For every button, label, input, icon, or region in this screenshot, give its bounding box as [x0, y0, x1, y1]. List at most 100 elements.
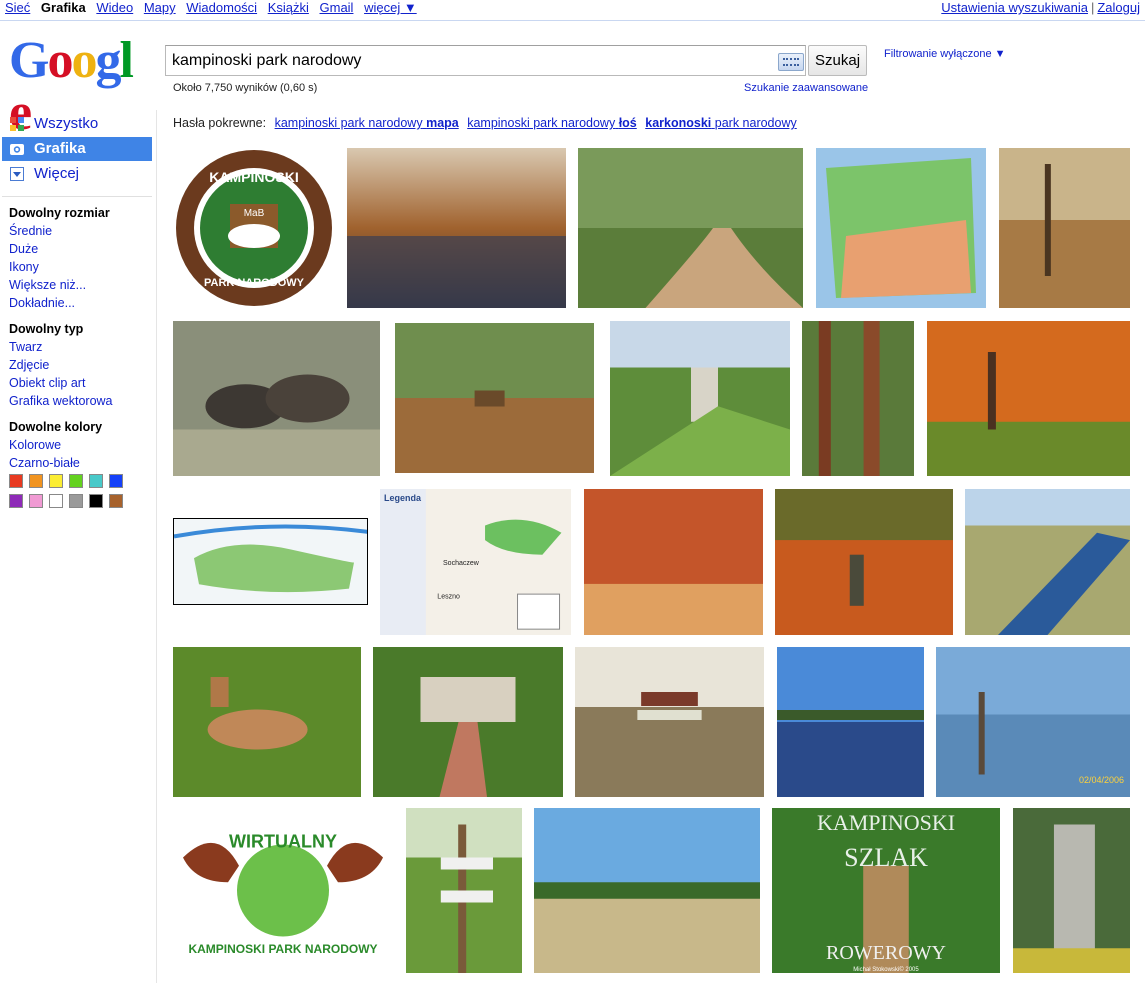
image-result-poland-map[interactable] [816, 148, 986, 308]
advanced-search-link[interactable]: Szukanie zaawansowane [744, 82, 868, 94]
nav-label: Więcej [34, 165, 80, 182]
top-links: Sieć Grafika Wideo Mapy Wiadomości Książ… [5, 0, 424, 16]
top-link-news[interactable]: Wiadomości [186, 0, 257, 15]
divider [2, 196, 152, 197]
safesearch-filter-link[interactable]: Filtrowanie wyłączone ▼ [884, 48, 1006, 60]
thumbnail-image: KAMPINOSKI SZLAK ROWEROWY Michał Stokowski©… [772, 808, 1000, 973]
image-result-pine-trunks[interactable] [802, 321, 914, 476]
image-result-autumn-oaks[interactable] [927, 321, 1130, 476]
thumbnail-image: WIRTUALNY KAMPINOSKI PARK NARODOWY [173, 808, 393, 973]
related-link[interactable]: karkonoski park narodowy [645, 116, 797, 130]
top-link-web[interactable]: Sieć [5, 0, 30, 15]
color-swatch[interactable] [89, 494, 103, 508]
color-swatch[interactable] [49, 474, 63, 488]
color-swatch[interactable] [9, 474, 23, 488]
svg-text:ROWEROWY: ROWEROWY [826, 942, 946, 964]
nav-label: Grafika [34, 140, 86, 157]
color-swatch[interactable] [29, 494, 43, 508]
image-result-szlak-rowerowy[interactable]: KAMPINOSKI SZLAK ROWEROWY Michał Stokowski©… [772, 808, 1000, 973]
svg-text:WIRTUALNY: WIRTUALNY [229, 832, 337, 852]
color-swatch[interactable] [69, 494, 83, 508]
svg-text:Legenda: Legenda [384, 493, 422, 503]
image-result-valley-rocks[interactable] [610, 321, 790, 476]
facet-option[interactable]: Duże [9, 240, 110, 258]
thumbnail-image [927, 321, 1130, 476]
nav-item-images[interactable]: Grafika [2, 137, 152, 161]
facet-option[interactable]: Średnie [9, 222, 110, 240]
related-text: kampinoski park narodowy [274, 116, 423, 130]
facet-option[interactable]: Obiekt clip art [9, 374, 113, 392]
color-swatch[interactable] [49, 494, 63, 508]
related-bold: łoś [618, 116, 637, 130]
facet-heading: Dowolny typ [9, 322, 84, 336]
svg-text:KAMPINOSKI PARK NARODOWY: KAMPINOSKI PARK NARODOWY [188, 942, 377, 956]
image-result-autumn-person[interactable] [775, 489, 953, 635]
thumbnail-image [1013, 808, 1130, 973]
image-result-wirtualny-logo[interactable]: WIRTUALNY KAMPINOSKI PARK NARODOWY [173, 808, 393, 973]
facet-heading: Dowolny rozmiar [9, 206, 110, 220]
logo-letter: G [9, 32, 49, 89]
image-result-signpost-trees[interactable] [575, 647, 764, 797]
color-swatch[interactable] [29, 474, 43, 488]
top-link-gmail[interactable]: Gmail [320, 0, 354, 15]
color-swatch[interactable] [109, 474, 123, 488]
image-result-autumn-alley[interactable] [584, 489, 763, 635]
image-result-emblem-kampinoski[interactable]: KAMPINOSKI PARK NARODOWY MaB [173, 148, 335, 308]
top-link-maps[interactable]: Mapy [144, 0, 176, 15]
image-result-meadow-sky[interactable] [534, 808, 760, 973]
image-result-garden-house[interactable] [373, 647, 563, 797]
thumbnail-image: KAMPINOSKI PARK NARODOWY MaB [173, 148, 335, 308]
search-button[interactable]: Szukaj [808, 45, 867, 76]
color-swatch[interactable] [109, 494, 123, 508]
facet-option[interactable]: Twarz [9, 338, 113, 356]
image-result-moose-pair[interactable] [173, 321, 380, 476]
thumbnail-image [406, 808, 522, 973]
top-link-images[interactable]: Grafika [41, 0, 86, 15]
camera-icon [10, 144, 24, 155]
color-swatch[interactable] [9, 494, 23, 508]
related-bold: mapa [426, 116, 459, 130]
keyboard-icon[interactable] [778, 53, 804, 71]
top-link-books[interactable]: Książki [268, 0, 309, 15]
svg-text:MaB: MaB [244, 208, 265, 219]
image-result-lake-reflection[interactable] [777, 647, 924, 797]
svg-text:Leszno: Leszno [437, 594, 460, 601]
image-result-legend-map[interactable]: Legenda Sochaczew Leszno [380, 489, 571, 635]
image-result-rock-cliff[interactable] [1013, 808, 1130, 973]
facet-option[interactable]: Większe niż... [9, 276, 110, 294]
image-result-flooded-trees[interactable]: 02/04/2006 [936, 647, 1130, 797]
image-result-park-map-green[interactable] [173, 518, 368, 605]
logo-letter: o [47, 32, 73, 89]
color-facet: Dowolne kolory Kolorowe Czarno-białe [9, 418, 102, 472]
image-result-canal-water[interactable] [965, 489, 1130, 635]
dropdown-icon [10, 167, 24, 181]
thumbnail-image [347, 148, 566, 308]
facet-option[interactable]: Czarno-białe [9, 454, 102, 472]
nav-item-all[interactable]: Wszystko [2, 112, 152, 136]
thumbnail-image [775, 489, 953, 635]
google-logo[interactable]: Google [9, 32, 149, 139]
image-result-forest-signs[interactable] [395, 323, 594, 473]
top-link-video[interactable]: Wideo [96, 0, 133, 15]
color-swatch[interactable] [69, 474, 83, 488]
image-result-autumn-swamp[interactable] [347, 148, 566, 308]
thumbnail-image [395, 323, 594, 473]
search-settings-link[interactable]: Ustawienia wyszukiwania [941, 0, 1088, 15]
facet-option[interactable]: Ikony [9, 258, 110, 276]
top-link-more[interactable]: więcej ▼ [364, 0, 417, 15]
facet-option[interactable]: Dokładnie... [9, 294, 110, 312]
facet-option[interactable]: Zdjęcie [9, 356, 113, 374]
image-result-trail-signpost[interactable] [406, 808, 522, 973]
nav-item-more[interactable]: Więcej [2, 162, 152, 186]
image-result-roe-deer[interactable] [173, 647, 361, 797]
color-swatch[interactable] [89, 474, 103, 488]
image-result-forest-bike[interactable] [999, 148, 1130, 308]
image-result-forest-road[interactable] [578, 148, 803, 308]
facet-option[interactable]: Kolorowe [9, 436, 102, 454]
facet-option[interactable]: Grafika wektorowa [9, 392, 113, 410]
related-link[interactable]: kampinoski park narodowy mapa [275, 116, 459, 130]
related-link[interactable]: kampinoski park narodowy łoś [467, 116, 637, 130]
search-input[interactable] [172, 50, 762, 72]
facet-heading: Dowolne kolory [9, 420, 103, 434]
login-link[interactable]: Zaloguj [1097, 0, 1140, 15]
